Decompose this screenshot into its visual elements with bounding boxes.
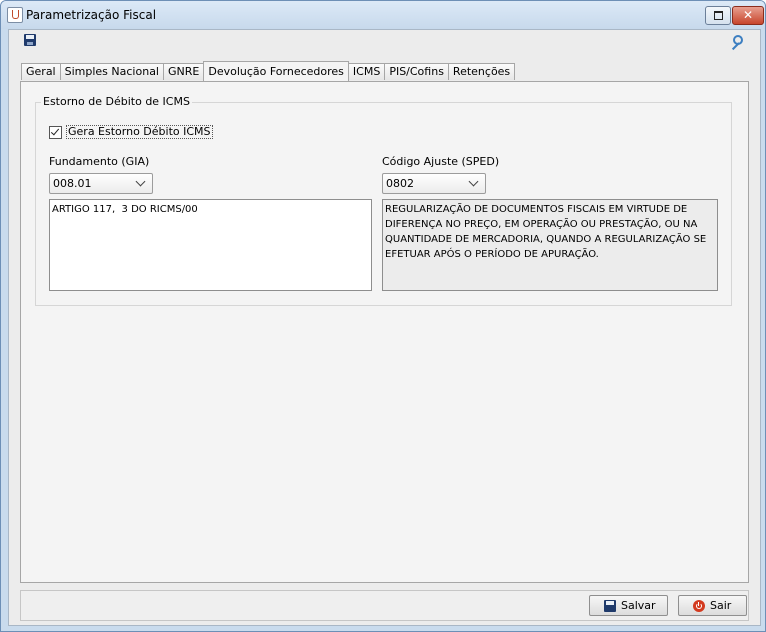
- save-icon[interactable]: [24, 34, 36, 46]
- close-icon: ✕: [742, 8, 754, 22]
- close-button[interactable]: ✕: [732, 6, 764, 25]
- tab-pis-cofins[interactable]: PIS/Cofins: [384, 63, 449, 80]
- chevron-down-icon: [468, 176, 479, 187]
- estorno-group-title: Estorno de Débito de ICMS: [41, 95, 192, 108]
- power-icon: [693, 599, 705, 612]
- fundamento-value: 008.01: [53, 177, 92, 190]
- app-window: Parametrização Fiscal ✕ Geral Simples Na…: [0, 0, 766, 632]
- codigo-ajuste-value: 0802: [386, 177, 414, 190]
- estorno-groupbox: Estorno de Débito de ICMS Gera Estorno D…: [35, 95, 732, 306]
- exit-button-label: Sair: [710, 599, 732, 612]
- window-content: Geral Simples Nacional GNRE Devolução Fo…: [8, 29, 761, 626]
- chevron-down-icon: [135, 176, 146, 187]
- gera-estorno-row[interactable]: Gera Estorno Débito ICMS: [49, 125, 213, 139]
- title-bar[interactable]: Parametrização Fiscal ✕: [1, 1, 765, 29]
- codigo-ajuste-label: Código Ajuste (SPED): [382, 155, 500, 168]
- java-app-icon: [7, 7, 23, 23]
- fundamento-textarea[interactable]: ARTIGO 117, 3 DO RICMS/00: [49, 199, 372, 291]
- tab-panel-devolucao: Estorno de Débito de ICMS Gera Estorno D…: [20, 81, 749, 583]
- fundamento-label: Fundamento (GIA): [49, 155, 150, 168]
- save-icon: [604, 599, 616, 612]
- gera-estorno-label[interactable]: Gera Estorno Débito ICMS: [66, 125, 213, 139]
- fundamento-select[interactable]: 008.01: [49, 173, 153, 194]
- gera-estorno-checkbox[interactable]: [49, 125, 62, 139]
- tab-icms[interactable]: ICMS: [347, 63, 386, 80]
- tab-simples-nacional[interactable]: Simples Nacional: [59, 63, 164, 80]
- tab-gnre[interactable]: GNRE: [162, 63, 205, 80]
- tab-bar: Geral Simples Nacional GNRE Devolução Fo…: [21, 61, 516, 81]
- restore-button[interactable]: [705, 6, 731, 25]
- codigo-ajuste-select[interactable]: 0802: [382, 173, 486, 194]
- save-button[interactable]: Salvar: [589, 595, 668, 616]
- window-title: Parametrização Fiscal: [26, 8, 157, 22]
- button-bar: Salvar Sair: [20, 590, 749, 621]
- tab-devolucao-fornecedores[interactable]: Devolução Fornecedores: [203, 61, 349, 81]
- save-button-label: Salvar: [621, 599, 656, 612]
- key-icon[interactable]: [728, 34, 744, 50]
- tab-retencoes[interactable]: Retenções: [447, 63, 516, 80]
- exit-button[interactable]: Sair: [678, 595, 747, 616]
- tab-geral[interactable]: Geral: [21, 63, 61, 80]
- codigo-ajuste-textarea: REGULARIZAÇÃO DE DOCUMENTOS FISCAIS EM V…: [382, 199, 718, 291]
